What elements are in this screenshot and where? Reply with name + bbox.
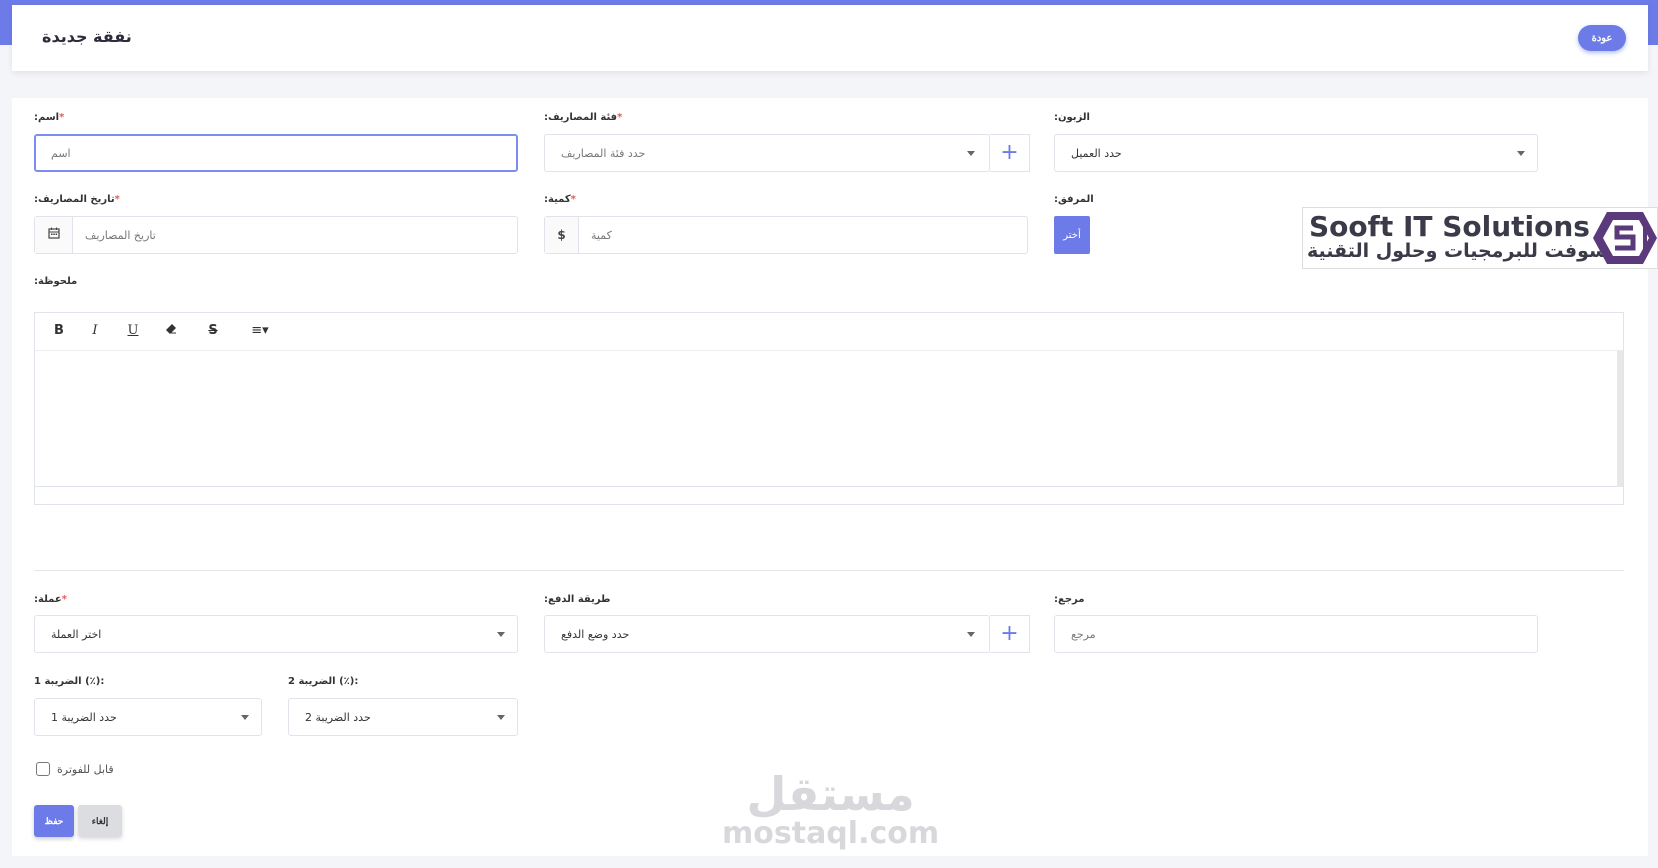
date-label: :تاريخ المصاريف* <box>34 194 120 205</box>
cancel-button[interactable]: إلغاء <box>78 805 122 837</box>
tax1-label: الضريبة 1 (٪): <box>34 676 105 687</box>
customer-select[interactable]: حدد العميل <box>1054 134 1538 172</box>
amount-input[interactable]: $ كمية <box>544 216 1028 254</box>
tax1-select[interactable]: حدد الضريبة 1 <box>34 698 262 736</box>
strikethrough-icon[interactable]: S <box>201 323 225 343</box>
currency-label: :عملة* <box>34 594 67 605</box>
tax2-select[interactable]: حدد الضريبة 2 <box>288 698 518 736</box>
amount-label: :كمية* <box>544 194 576 205</box>
reference-label: :مرجع <box>1054 594 1085 605</box>
editor-scrollbar[interactable] <box>1617 351 1623 487</box>
editor-toolbar: B I U S ≡▾ <box>35 313 1623 351</box>
bold-icon[interactable]: B <box>47 323 71 343</box>
name-input[interactable]: اسم <box>34 134 518 172</box>
eraser-icon[interactable] <box>159 323 183 343</box>
save-button[interactable]: حفظ <box>34 805 74 837</box>
italic-icon[interactable]: I <box>83 323 107 343</box>
name-label: :اسم* <box>34 112 65 123</box>
tax2-value: حدد الضريبة 2 <box>305 711 371 724</box>
date-placeholder: تاريخ المصاريف <box>85 229 156 242</box>
chevron-down-icon <box>241 715 249 720</box>
attachment-label: :المرفق <box>1054 194 1094 205</box>
category-placeholder: حدد فئة المصاريف <box>561 147 646 160</box>
watermark-ar: مستقل <box>746 767 915 821</box>
tax2-label: الضريبة 2 (٪): <box>288 676 359 687</box>
currency-value: اختر العملة <box>51 628 102 641</box>
watermark-en: mostaql.com <box>722 816 940 851</box>
chevron-down-icon <box>967 151 975 156</box>
amount-placeholder: كمية <box>591 229 612 242</box>
calendar-icon[interactable] <box>35 217 73 253</box>
note-textarea[interactable] <box>35 351 1623 487</box>
tax1-value: حدد الضريبة 1 <box>51 711 117 724</box>
reference-input[interactable]: مرجع <box>1054 615 1538 653</box>
section-divider <box>34 570 1624 571</box>
logo-text-en: Sooft IT Solutions <box>1309 210 1590 243</box>
payment-method-label: :طريقة الدفع <box>544 594 611 605</box>
add-category-button[interactable]: + <box>990 134 1030 172</box>
note-label: :ملحوظة <box>34 276 78 287</box>
payment-method-select[interactable]: حدد وضع الدفع <box>544 615 990 653</box>
customer-label: :الزبون <box>1054 112 1090 123</box>
company-logo: Sooft IT Solutions سوفت للبرمجيات وحلول … <box>1302 207 1658 269</box>
billable-checkbox[interactable] <box>36 762 50 776</box>
logo-mark-icon <box>1593 212 1657 264</box>
choose-file-button[interactable]: أختر <box>1054 216 1090 254</box>
back-button[interactable]: عودة <box>1578 25 1626 51</box>
billable-label: قابل للفوترة <box>57 763 114 776</box>
note-editor: B I U S ≡▾ <box>34 312 1624 505</box>
chevron-down-icon <box>497 715 505 720</box>
align-dropdown-icon[interactable]: ≡▾ <box>245 323 275 343</box>
dollar-icon: $ <box>545 217 579 253</box>
watermark: مستقل mostaql.com <box>722 770 939 850</box>
logo-text-ar: سوفت للبرمجيات وحلول التقنية <box>1307 240 1608 262</box>
chevron-down-icon <box>497 632 505 637</box>
currency-select[interactable]: اختر العملة <box>34 615 518 653</box>
category-select[interactable]: حدد فئة المصاريف <box>544 134 990 172</box>
underline-icon[interactable]: U <box>121 323 145 343</box>
name-placeholder: اسم <box>51 147 71 160</box>
add-payment-method-button[interactable]: + <box>990 615 1030 653</box>
date-input[interactable]: تاريخ المصاريف <box>34 216 518 254</box>
reference-placeholder: مرجع <box>1071 628 1096 641</box>
payment-method-value: حدد وضع الدفع <box>561 628 630 641</box>
page-header: نفقة جديدة عودة <box>12 5 1648 71</box>
customer-value: حدد العميل <box>1071 147 1122 160</box>
chevron-down-icon <box>967 632 975 637</box>
page-title: نفقة جديدة <box>42 27 132 46</box>
chevron-down-icon <box>1517 151 1525 156</box>
category-label: :فئة المصاريف* <box>544 112 623 123</box>
